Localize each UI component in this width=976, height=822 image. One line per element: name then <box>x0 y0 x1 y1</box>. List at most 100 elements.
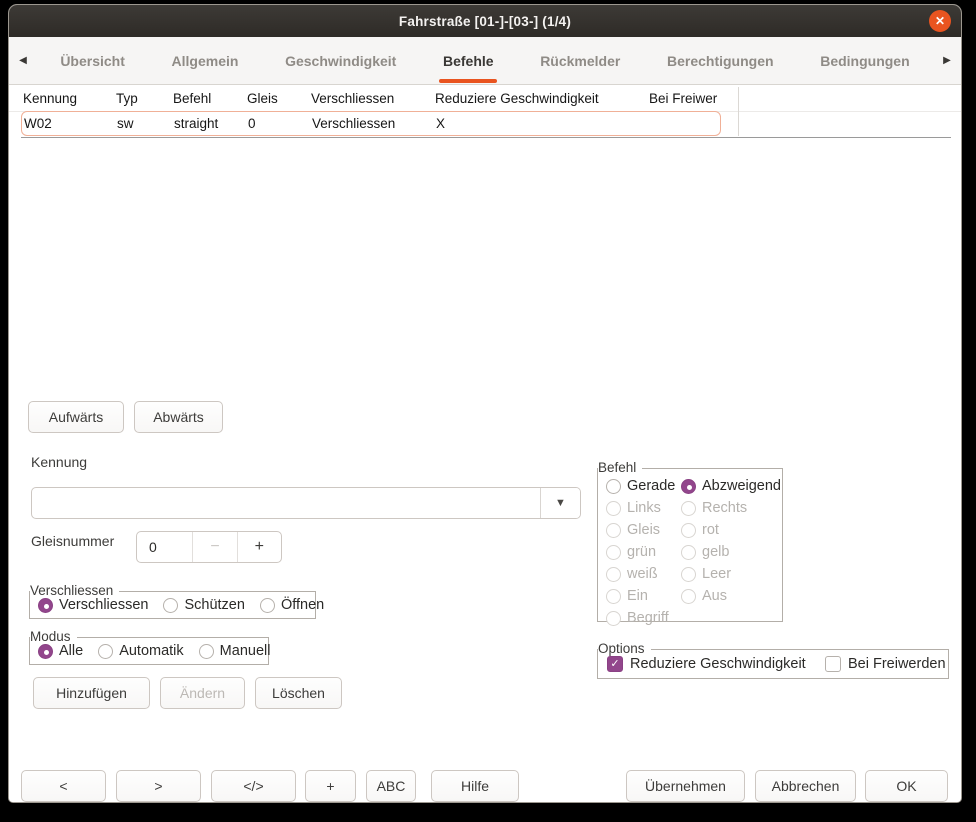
column-header-gleis[interactable]: Gleis <box>247 87 278 111</box>
tab-bedingungen[interactable]: Bedingungen <box>797 37 933 84</box>
next-button[interactable]: > <box>116 770 201 802</box>
tab-bar: ◀ Übersicht Allgemein Geschwindigkeit Be… <box>9 37 961 85</box>
kennung-label: Kennung <box>31 454 87 470</box>
radio-icon <box>606 589 621 604</box>
tab-list: Übersicht Allgemein Geschwindigkeit Befe… <box>37 37 933 84</box>
radio-gelb: gelb <box>681 544 781 560</box>
cell-kennung: W02 <box>24 112 52 135</box>
befehl-group-title: Befehl <box>598 460 642 476</box>
tab-scroll-left-icon[interactable]: ◀ <box>9 55 37 66</box>
radio-ein: Ein <box>606 588 681 604</box>
change-button[interactable]: Ändern <box>160 677 245 709</box>
minus-icon: − <box>210 538 219 556</box>
cell-verschliessen: Verschliessen <box>312 112 395 135</box>
radio-verschliessen[interactable]: Verschliessen <box>38 597 148 613</box>
options-group: Options ✓ Reduziere Geschwindigkeit Bei … <box>597 649 949 679</box>
radio-abzweigend[interactable]: Abzweigend <box>681 478 781 494</box>
code-button[interactable]: </> <box>211 770 296 802</box>
close-button[interactable]: ✕ <box>929 10 951 32</box>
close-icon: ✕ <box>935 15 945 27</box>
tab-allgemein[interactable]: Allgemein <box>148 37 262 84</box>
cell-reduziere-geschwindigkeit: X <box>436 112 445 135</box>
window-title: Fahrstraße [01-]-[03-] (1/4) <box>399 14 571 29</box>
table-row-divider <box>21 137 951 138</box>
radio-schuetzen[interactable]: Schützen <box>163 597 244 613</box>
befehl-group: Befehl Gerade Abzweigend Links Rechts <box>597 468 783 622</box>
radio-links: Links <box>606 500 681 516</box>
checkbox-bei-freiwerden[interactable]: Bei Freiwerden <box>825 656 946 672</box>
kennung-dropdown-button[interactable]: ▼ <box>540 488 580 518</box>
kennung-combobox[interactable]: ▼ <box>31 487 581 519</box>
move-down-button[interactable]: Abwärts <box>134 401 223 433</box>
column-header-bei-freiwerden[interactable]: Bei Freiwer <box>649 87 717 111</box>
table-row-selected[interactable]: W02 sw straight 0 Verschliessen X <box>21 111 721 136</box>
kennung-input[interactable] <box>32 488 540 518</box>
radio-gruen: grün <box>606 544 681 560</box>
cell-typ: sw <box>117 112 134 135</box>
radio-selected-icon <box>38 644 53 659</box>
gleisnummer-stepper: 0 − + <box>136 531 282 563</box>
tab-scroll-right-icon[interactable]: ▶ <box>933 55 961 66</box>
tab-uebersicht[interactable]: Übersicht <box>37 37 148 84</box>
plus-icon: + <box>255 538 264 556</box>
column-header-kennung[interactable]: Kennung <box>23 87 77 111</box>
radio-icon <box>681 567 696 582</box>
radio-rot: rot <box>681 522 781 538</box>
ok-button[interactable]: OK <box>865 770 948 802</box>
radio-oeffnen[interactable]: Öffnen <box>260 597 324 613</box>
radio-icon <box>606 479 621 494</box>
verschliessen-group: Verschliessen Verschliessen Schützen Öff… <box>29 591 316 619</box>
column-header-reduziere-geschwindigkeit[interactable]: Reduziere Geschwindigkeit <box>435 87 599 111</box>
dialog-action-bar: < > </> + ABC Hilfe Übernehmen Abbrechen… <box>9 763 961 803</box>
tab-berechtigungen[interactable]: Berechtigungen <box>644 37 797 84</box>
radio-icon <box>606 545 621 560</box>
radio-alle[interactable]: Alle <box>38 643 83 659</box>
titlebar[interactable]: Fahrstraße [01-]-[03-] (1/4) ✕ <box>9 5 961 37</box>
stepper-increment-button[interactable]: + <box>237 532 281 562</box>
radio-weiss: weiß <box>606 566 681 582</box>
cancel-button[interactable]: Abbrechen <box>755 770 856 802</box>
chevron-down-icon: ▼ <box>555 497 566 509</box>
radio-begriff: Begriff <box>606 610 681 626</box>
tab-befehle[interactable]: Befehle <box>420 37 517 84</box>
options-group-title: Options <box>598 641 651 657</box>
move-up-button[interactable]: Aufwärts <box>28 401 124 433</box>
radio-manuell[interactable]: Manuell <box>199 643 271 659</box>
column-header-typ[interactable]: Typ <box>116 87 138 111</box>
dialog-window: Fahrstraße [01-]-[03-] (1/4) ✕ ◀ Übersic… <box>8 4 962 803</box>
radio-icon <box>681 523 696 538</box>
radio-automatik[interactable]: Automatik <box>98 643 183 659</box>
radio-icon <box>681 501 696 516</box>
radio-gleis: Gleis <box>606 522 681 538</box>
prev-button[interactable]: < <box>21 770 106 802</box>
cell-gleis: 0 <box>248 112 256 135</box>
delete-button[interactable]: Löschen <box>255 677 342 709</box>
radio-icon <box>606 611 621 626</box>
column-header-befehl[interactable]: Befehl <box>173 87 211 111</box>
checkbox-checked-icon: ✓ <box>607 656 623 672</box>
gleisnummer-value[interactable]: 0 <box>137 532 192 562</box>
tab-geschwindigkeit[interactable]: Geschwindigkeit <box>262 37 420 84</box>
help-button[interactable]: Hilfe <box>431 770 519 802</box>
radio-rechts: Rechts <box>681 500 781 516</box>
plus-button[interactable]: + <box>305 770 356 802</box>
tab-content-befehle: Kennung Typ Befehl Gleis Verschliessen R… <box>9 85 961 763</box>
stepper-decrement-button[interactable]: − <box>192 532 236 562</box>
column-header-verschliessen[interactable]: Verschliessen <box>311 87 394 111</box>
radio-icon <box>606 501 621 516</box>
radio-leer: Leer <box>681 566 781 582</box>
apply-button[interactable]: Übernehmen <box>626 770 745 802</box>
tab-rueckmelder[interactable]: Rückmelder <box>517 37 644 84</box>
radio-icon <box>163 598 178 613</box>
radio-icon <box>606 523 621 538</box>
cell-befehl: straight <box>174 112 218 135</box>
column-separator <box>738 87 739 136</box>
checkbox-reduziere-geschwindigkeit[interactable]: ✓ Reduziere Geschwindigkeit <box>607 656 806 672</box>
radio-icon <box>681 545 696 560</box>
add-button[interactable]: Hinzufügen <box>33 677 150 709</box>
modus-group: Modus Alle Automatik Manuell <box>29 637 269 665</box>
radio-gerade[interactable]: Gerade <box>606 478 681 494</box>
checkbox-unchecked-icon <box>825 656 841 672</box>
abc-button[interactable]: ABC <box>366 770 416 802</box>
radio-icon <box>260 598 275 613</box>
